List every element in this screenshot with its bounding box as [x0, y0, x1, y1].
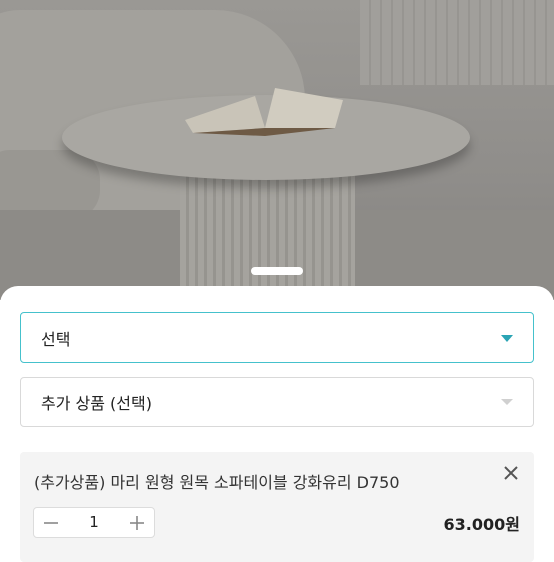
chevron-down-icon [501, 399, 513, 405]
sheet-drag-handle[interactable] [251, 267, 303, 275]
item-price: 63.000원 [443, 515, 520, 534]
quantity-stepper: 1 [33, 507, 155, 538]
additional-product-select[interactable]: 추가 상품 (선택) [20, 377, 534, 427]
selected-item-card: (추가상품) 마리 원형 원목 소파테이블 강화유리 D750 1 63.000… [20, 452, 534, 562]
additional-product-select-label: 추가 상품 (선택) [41, 394, 152, 413]
product-photo [0, 0, 554, 300]
photo-wall-panel [360, 0, 554, 85]
quantity-value[interactable]: 1 [68, 508, 120, 537]
increase-quantity-button[interactable] [120, 508, 154, 537]
option-select[interactable]: 선택 [20, 312, 534, 363]
photo-table-base [180, 170, 355, 300]
chevron-down-icon [501, 334, 513, 342]
option-select-label: 선택 [41, 329, 71, 349]
photo-book [185, 88, 343, 136]
selected-item-name: (추가상품) 마리 원형 원목 소파테이블 강화유리 D750 [34, 473, 400, 492]
decrease-quantity-button[interactable] [34, 508, 68, 537]
plus-icon [130, 515, 144, 530]
minus-icon [44, 521, 58, 524]
close-icon[interactable] [500, 462, 522, 484]
